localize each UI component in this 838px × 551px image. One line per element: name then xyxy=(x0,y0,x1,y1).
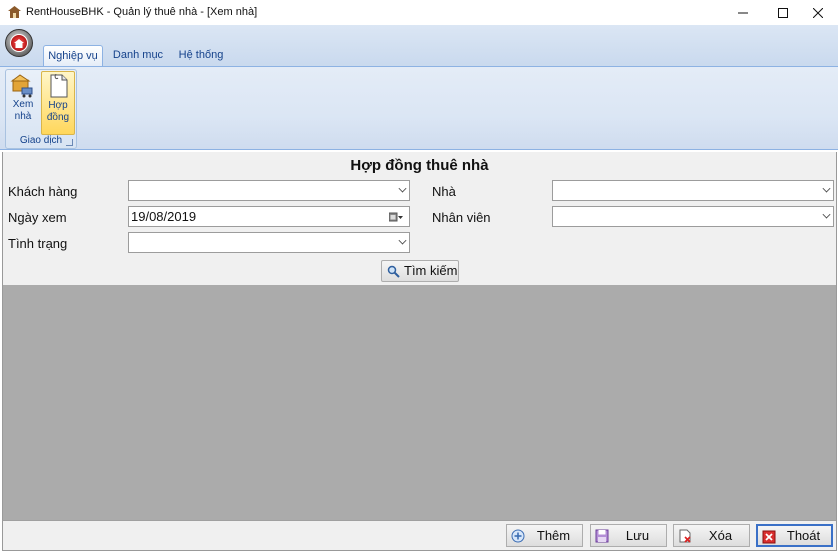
exit-button-label: Thoát xyxy=(786,528,821,543)
form-title: Hợp đồng thuê nhà xyxy=(350,157,489,174)
status-combo[interactable] xyxy=(128,232,410,253)
staff-combo[interactable] xyxy=(552,206,834,227)
minimize-icon xyxy=(738,12,748,13)
date-picker[interactable]: 19/08/2019 xyxy=(128,206,410,227)
customer-combo[interactable] xyxy=(128,180,410,201)
exit-button[interactable]: Thoát xyxy=(756,524,833,547)
delete-button[interactable]: Xóa xyxy=(673,524,750,547)
application-menu-button[interactable] xyxy=(5,29,33,57)
add-icon xyxy=(511,529,525,543)
hop-dong-label-1: Hợp xyxy=(48,100,68,111)
hop-dong-button[interactable]: Hợp đồng xyxy=(41,71,75,135)
ribbon-tab-strip: Nghiệp vụ Danh mục Hệ thống xyxy=(0,25,838,67)
group-launcher-icon[interactable] xyxy=(66,139,73,146)
chevron-down-icon xyxy=(398,184,407,193)
close-button[interactable] xyxy=(795,0,838,25)
xem-nha-label-1: Xem xyxy=(12,99,34,110)
chevron-down-icon xyxy=(822,184,831,193)
ribbon-panel: Xem nhà Hợp đồng Giao dịch xyxy=(0,66,838,150)
close-icon xyxy=(813,7,823,18)
results-grid[interactable] xyxy=(2,285,837,520)
contract-search-form: Hợp đồng thuê nhà Khách hàng Nhà Ngày xe… xyxy=(2,152,837,285)
app-house-icon xyxy=(8,6,21,18)
search-button[interactable]: Tìm kiếm xyxy=(381,260,459,282)
exit-icon xyxy=(762,530,776,544)
house-label: Nhà xyxy=(432,184,456,199)
save-icon xyxy=(595,529,609,543)
save-button-label: Lưu xyxy=(625,528,650,543)
tab-nghiep-vu[interactable]: Nghiệp vụ xyxy=(43,45,103,67)
date-label: Ngày xem xyxy=(8,210,67,225)
save-button[interactable]: Lưu xyxy=(590,524,667,547)
tab-danh-muc[interactable]: Danh mục xyxy=(110,45,166,67)
home-icon xyxy=(10,34,28,52)
date-value: 19/08/2019 xyxy=(131,209,197,224)
chevron-down-icon xyxy=(822,210,831,219)
delete-button-label: Xóa xyxy=(708,528,733,543)
title-bar: RentHouseBHK - Quản lý thuê nhà - [Xem n… xyxy=(0,0,838,25)
action-bar: Thêm Lưu Xóa Thoát xyxy=(2,520,837,551)
ribbon-group-giao-dich: Xem nhà Hợp đồng Giao dịch xyxy=(5,69,77,149)
document-icon xyxy=(50,74,68,98)
house-combo[interactable] xyxy=(552,180,834,201)
window-title: RentHouseBHK - Quản lý thuê nhà - [Xem n… xyxy=(26,6,258,18)
staff-label: Nhân viên xyxy=(432,210,491,225)
status-label: Tình trạng xyxy=(8,236,68,251)
hop-dong-label-2: đồng xyxy=(46,112,70,123)
search-button-label: Tìm kiếm xyxy=(404,263,458,278)
xem-nha-button[interactable]: Xem nhà xyxy=(6,71,40,135)
tab-he-thong[interactable]: Hệ thống xyxy=(172,45,230,67)
delete-icon xyxy=(679,529,691,543)
house-cart-icon xyxy=(10,74,33,98)
calendar-dropdown-icon[interactable] xyxy=(389,212,403,222)
chevron-down-icon xyxy=(398,236,407,245)
customer-label: Khách hàng xyxy=(8,184,78,199)
maximize-icon xyxy=(778,7,788,18)
search-icon xyxy=(387,265,400,278)
add-button[interactable]: Thêm xyxy=(506,524,583,547)
xem-nha-label-2: nhà xyxy=(14,111,32,122)
add-button-label: Thêm xyxy=(536,528,571,543)
